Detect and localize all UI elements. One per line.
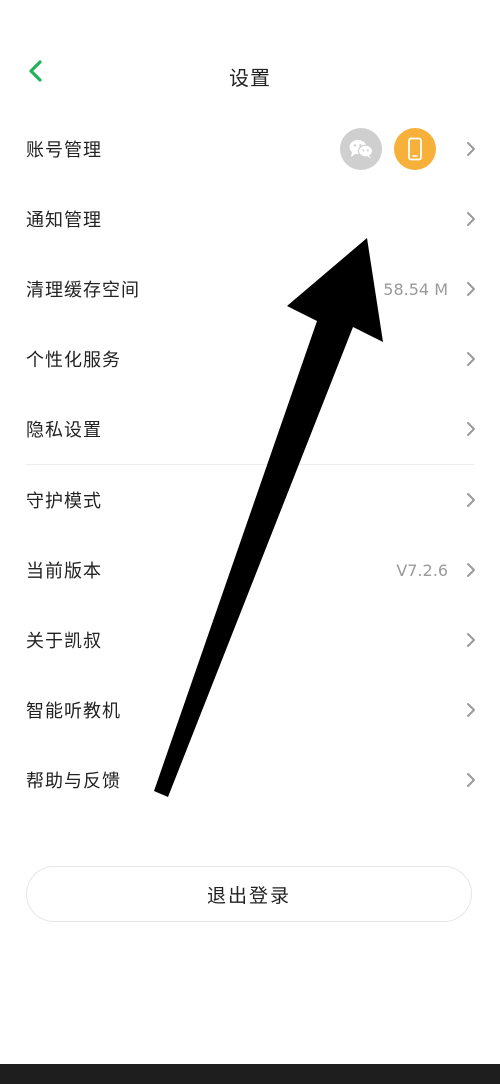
- settings-item-account[interactable]: 账号管理: [0, 114, 500, 184]
- settings-item-smart-device[interactable]: 智能听教机: [0, 675, 500, 745]
- chevron-right-icon: [464, 280, 478, 298]
- settings-item-notifications[interactable]: 通知管理: [0, 184, 500, 254]
- settings-item-label: 隐私设置: [26, 420, 102, 441]
- settings-item-label: 帮助与反馈: [26, 771, 121, 792]
- wechat-icon: [340, 128, 382, 170]
- settings-list: 账号管理 通知管理 清理缓存空间 58.54 M 个性化服务 隐私设置 守护模式…: [0, 114, 500, 815]
- chevron-right-icon: [464, 350, 478, 368]
- chevron-right-icon: [464, 631, 478, 649]
- settings-item-privacy[interactable]: 隐私设置: [0, 394, 500, 464]
- settings-item-help-feedback[interactable]: 帮助与反馈: [0, 745, 500, 815]
- settings-item-label: 通知管理: [26, 210, 102, 231]
- settings-item-personalized-service[interactable]: 个性化服务: [0, 324, 500, 394]
- chevron-right-icon: [464, 701, 478, 719]
- chevron-right-icon: [464, 561, 478, 579]
- chevron-right-icon: [464, 210, 478, 228]
- account-bindings: [340, 128, 436, 170]
- system-nav-bar: [0, 1064, 500, 1084]
- settings-item-label: 个性化服务: [26, 350, 121, 371]
- settings-item-label: 智能听教机: [26, 701, 121, 722]
- chevron-right-icon: [464, 491, 478, 509]
- phone-icon: [394, 128, 436, 170]
- settings-item-guard-mode[interactable]: 守护模式: [0, 465, 500, 535]
- top-bar: 设置: [0, 40, 500, 110]
- chevron-right-icon: [464, 771, 478, 789]
- chevron-right-icon: [464, 420, 478, 438]
- settings-item-label: 关于凯叔: [26, 631, 102, 652]
- settings-item-clear-cache[interactable]: 清理缓存空间 58.54 M: [0, 254, 500, 324]
- settings-item-version[interactable]: 当前版本 V7.2.6: [0, 535, 500, 605]
- version-value: V7.2.6: [396, 560, 448, 580]
- cache-size-value: 58.54 M: [383, 279, 448, 299]
- settings-page: 设置 账号管理 通知管理 清理缓存空间 58.54 M 个性化服务 隐私设置 守…: [0, 0, 500, 1084]
- settings-item-label: 清理缓存空间: [26, 280, 140, 301]
- settings-item-label: 当前版本: [26, 561, 102, 582]
- page-title: 设置: [229, 66, 271, 90]
- settings-item-label: 守护模式: [26, 491, 102, 512]
- settings-item-label: 账号管理: [26, 140, 102, 161]
- chevron-right-icon: [464, 140, 478, 158]
- logout-button[interactable]: 退出登录: [26, 866, 472, 922]
- settings-item-about[interactable]: 关于凯叔: [0, 605, 500, 675]
